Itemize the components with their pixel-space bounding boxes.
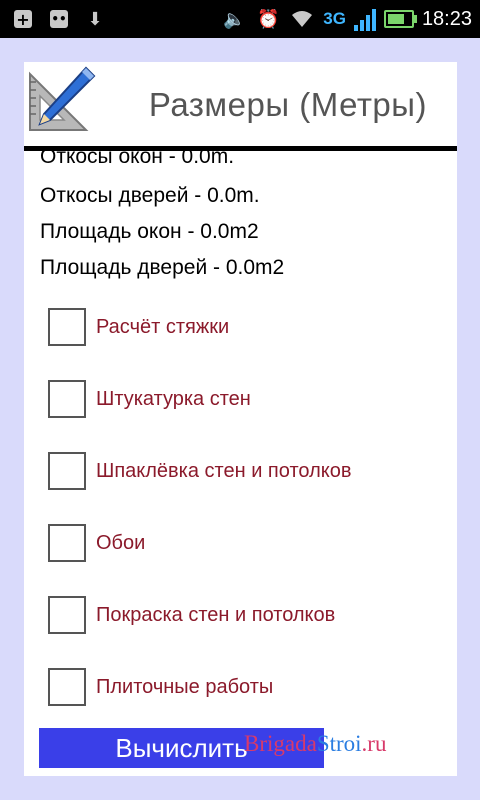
page-title: Размеры (Метры) bbox=[148, 86, 427, 123]
watermark-part3: .ru bbox=[361, 731, 387, 756]
option-label: Плиточные работы bbox=[96, 675, 274, 698]
option-label: Расчёт стяжки bbox=[96, 315, 230, 338]
option-label: Штукатурка стен bbox=[96, 387, 251, 410]
option-plaster[interactable]: Штукатурка стен bbox=[48, 378, 448, 420]
network-type-label: 3G bbox=[323, 9, 346, 28]
add-icon: + bbox=[10, 6, 36, 32]
scroll-content[interactable]: Откосы окон - 0.0m. Откосы дверей - 0.0m… bbox=[24, 151, 457, 776]
ruler-pencil-icon bbox=[26, 64, 98, 136]
alarm-icon: ⏰ bbox=[257, 8, 280, 30]
option-tiling[interactable]: Плиточные работы bbox=[48, 666, 448, 708]
info-door-area: Площадь дверей - 0.0m2 bbox=[40, 256, 285, 279]
header: Размеры (Метры) bbox=[24, 62, 457, 146]
download-icon: ⬇ bbox=[87, 8, 103, 30]
info-window-area: Площадь окон - 0.0m2 bbox=[40, 220, 259, 243]
option-wallpaper[interactable]: Обои bbox=[48, 522, 448, 564]
watermark-part1: Brigada bbox=[244, 731, 317, 756]
watermark: BrigadaStroi.ru bbox=[244, 731, 386, 757]
checkbox[interactable] bbox=[48, 524, 86, 562]
info-window-slopes: Откосы окон - 0.0m. bbox=[40, 151, 235, 168]
option-label: Шпаклёвка стен и потолков bbox=[96, 459, 352, 482]
battery-charging-icon bbox=[383, 10, 417, 28]
option-label: Обои bbox=[96, 531, 146, 554]
app-panel: Размеры (Метры) Откосы окон - 0.0m. Отко… bbox=[24, 62, 457, 776]
checkbox[interactable] bbox=[48, 668, 86, 706]
signal-icon bbox=[353, 7, 376, 31]
status-bar: + •• ⬇ 🔈 ⏰ 3G 18:23 bbox=[0, 0, 480, 38]
clock: 18:23 bbox=[421, 7, 472, 30]
checkbox[interactable] bbox=[48, 452, 86, 490]
option-painting[interactable]: Покраска стен и потолков bbox=[48, 594, 448, 636]
option-label: Покраска стен и потолков bbox=[96, 603, 336, 626]
info-door-slopes: Откосы дверей - 0.0m. bbox=[40, 184, 260, 207]
checkbox[interactable] bbox=[48, 380, 86, 418]
option-screed[interactable]: Расчёт стяжки bbox=[48, 306, 448, 348]
volume-icon: 🔈 bbox=[223, 8, 246, 30]
checkbox[interactable] bbox=[48, 308, 86, 346]
option-putty[interactable]: Шпаклёвка стен и потолков bbox=[48, 450, 448, 492]
checkbox[interactable] bbox=[48, 596, 86, 634]
watermark-part2: Stroi bbox=[316, 731, 362, 756]
chat-icon: •• bbox=[50, 10, 68, 28]
wifi-icon bbox=[289, 6, 315, 32]
